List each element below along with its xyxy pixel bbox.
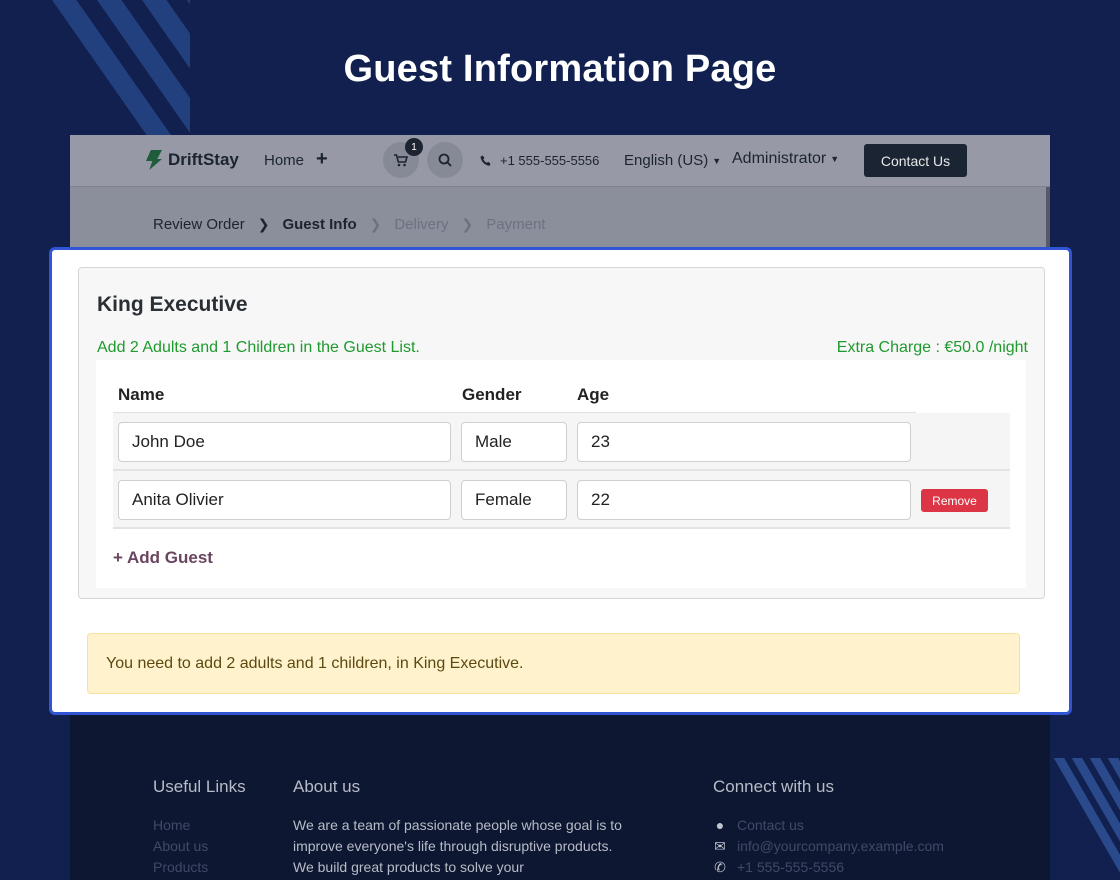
language-label: English (US)	[624, 152, 709, 169]
guest-age-input[interactable]: 23	[577, 422, 911, 462]
nav-phone-number: +1 555-555-5556	[500, 153, 600, 168]
footer-useful-links: Useful Links Home About us Products	[153, 777, 246, 878]
page-heading: Guest Information Page	[343, 48, 777, 90]
footer-about: About us We are a team of passionate peo…	[293, 777, 623, 878]
footer-email[interactable]: ✉ info@yourcompany.example.com	[713, 836, 944, 857]
footer: Useful Links Home About us Products Abou…	[70, 715, 1050, 880]
warning-alert: You need to add 2 adults and 1 children,…	[87, 633, 1020, 694]
brand-name: DriftStay	[168, 150, 239, 169]
guest-name-input[interactable]: John Doe	[118, 422, 451, 462]
footer-link-products[interactable]: Products	[153, 857, 246, 878]
phone-icon	[480, 155, 491, 166]
contact-us-button[interactable]: Contact Us	[864, 144, 967, 177]
caret-down-icon: ▼	[712, 156, 722, 167]
footer-connect-title: Connect with us	[713, 777, 834, 796]
breadcrumb-guest-info[interactable]: Guest Info	[282, 216, 356, 233]
breadcrumb-delivery[interactable]: Delivery	[394, 216, 448, 233]
chevron-right-icon: ❯	[257, 216, 270, 232]
envelope-icon: ✉	[714, 838, 726, 854]
cart-icon	[394, 153, 408, 166]
room-guest-card: King Executive Add 2 Adults and 1 Childr…	[78, 267, 1045, 599]
user-name: Administrator	[732, 150, 827, 167]
column-header-gender: Gender	[462, 385, 522, 404]
guest-age-input[interactable]: 22	[577, 480, 911, 520]
cart-button[interactable]: 1	[383, 138, 423, 178]
guest-table-wrapper: Name Gender Age John Doe Male 23 Anita O…	[96, 360, 1026, 588]
footer-connect: Connect with us ● Contact us ✉ info@your…	[713, 777, 944, 878]
guest-name-input[interactable]: Anita Olivier	[118, 480, 451, 520]
chevron-right-icon: ❯	[461, 216, 474, 232]
footer-contact-label: Contact us	[737, 817, 804, 833]
footer-contact-us[interactable]: ● Contact us	[713, 815, 944, 836]
extra-charge: Extra Charge : €50.0 /night	[836, 339, 1028, 356]
guest-requirement-note: Add 2 Adults and 1 Children in the Guest…	[97, 339, 420, 356]
column-header-age: Age	[577, 385, 610, 404]
bolt-logo-icon	[146, 150, 162, 170]
guest-gender-select[interactable]: Male	[461, 422, 567, 462]
scrollbar[interactable]	[1046, 187, 1050, 249]
comment-icon: ●	[715, 817, 725, 833]
table-row: Anita Olivier Female 22 Remove	[113, 471, 1010, 529]
language-selector[interactable]: English (US) ▼	[624, 152, 721, 169]
footer-useful-links-title: Useful Links	[153, 777, 246, 796]
room-name: King Executive	[97, 293, 248, 316]
guest-info-panel: King Executive Add 2 Adults and 1 Childr…	[49, 247, 1072, 715]
nav-phone[interactable]: +1 555-555-5556	[480, 153, 599, 168]
footer-phone-label: +1 555-555-5556	[737, 859, 845, 875]
remove-guest-button[interactable]: Remove	[921, 489, 988, 512]
search-icon	[438, 153, 452, 167]
nav-home-link[interactable]: Home	[264, 152, 304, 169]
table-row: John Doe Male 23	[113, 413, 1010, 471]
cart-count-badge: 1	[405, 138, 423, 156]
breadcrumb-payment[interactable]: Payment	[486, 216, 545, 233]
footer-phone[interactable]: ✆ +1 555-555-5556	[713, 857, 944, 878]
footer-about-text: We are a team of passionate people whose…	[293, 817, 622, 875]
column-header-name: Name	[118, 385, 165, 404]
decorative-stripes-bottom-right	[1048, 758, 1120, 880]
nav-plus-icon[interactable]: +	[316, 148, 328, 171]
phone-icon: ✆	[714, 859, 726, 875]
search-button[interactable]	[427, 142, 463, 178]
footer-link-home[interactable]: Home	[153, 815, 246, 836]
checkout-breadcrumb: Review Order ❯ Guest Info ❯ Delivery ❯ P…	[153, 216, 545, 233]
footer-email-label: info@yourcompany.example.com	[737, 838, 944, 854]
footer-link-about[interactable]: About us	[153, 836, 246, 857]
chevron-right-icon: ❯	[369, 216, 382, 232]
footer-about-title: About us	[293, 777, 361, 796]
guest-gender-select[interactable]: Female	[461, 480, 567, 520]
brand-logo[interactable]: DriftStay	[146, 150, 239, 170]
breadcrumb-review-order[interactable]: Review Order	[153, 216, 245, 233]
add-guest-button[interactable]: + Add Guest	[113, 548, 213, 568]
user-menu[interactable]: Administrator ▼	[732, 150, 839, 168]
caret-down-icon: ▼	[830, 153, 840, 164]
navbar: DriftStay Home + 1 +1 555-555-5556 Engli…	[70, 135, 1050, 187]
